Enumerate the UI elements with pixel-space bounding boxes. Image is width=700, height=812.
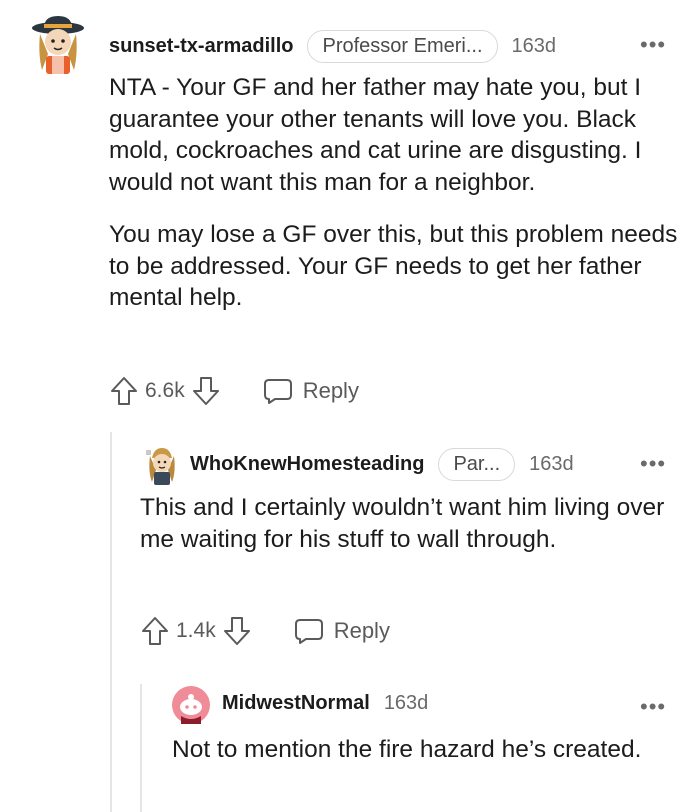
comment-body: Not to mention the fire hazard he’s crea… bbox=[172, 734, 672, 766]
thread-line-level-2[interactable] bbox=[140, 684, 142, 812]
comment-body: This and I certainly wouldn’t want him l… bbox=[140, 492, 680, 555]
downvote-icon[interactable] bbox=[191, 375, 221, 407]
vote-count: 6.6k bbox=[145, 379, 185, 402]
comment-paragraph: This and I certainly wouldn’t want him l… bbox=[140, 494, 665, 553]
comment-age: 163d bbox=[529, 453, 574, 475]
avatar[interactable] bbox=[172, 686, 210, 724]
comment-paragraph: You may lose a GF over this, but this pr… bbox=[109, 221, 678, 311]
more-options-button[interactable]: ••• bbox=[640, 34, 666, 56]
upvote-icon[interactable] bbox=[109, 375, 139, 407]
user-avatar-icon bbox=[172, 686, 210, 724]
vote-count: 1.4k bbox=[176, 619, 216, 642]
comment-age: 163d bbox=[511, 35, 557, 57]
upvote-icon[interactable] bbox=[140, 615, 170, 647]
comment-age: 163d bbox=[383, 692, 429, 714]
reply-label: Reply bbox=[302, 378, 359, 403]
comment-paragraph: Not to mention the fire hazard he’s crea… bbox=[172, 736, 642, 763]
more-options-button[interactable]: ••• bbox=[640, 696, 666, 718]
username[interactable]: MidwestNormal bbox=[222, 692, 370, 715]
username[interactable]: sunset-tx-armadillo bbox=[109, 35, 293, 58]
user-avatar-icon bbox=[32, 16, 84, 74]
comment-paragraph: NTA - Your GF and her father may hate yo… bbox=[109, 74, 642, 196]
downvote-icon[interactable] bbox=[222, 615, 252, 647]
reply-icon bbox=[294, 619, 323, 644]
more-options-button[interactable]: ••• bbox=[640, 453, 666, 475]
thread-line-level-1[interactable] bbox=[110, 432, 112, 812]
user-flair: Professor Emeri... bbox=[307, 30, 498, 63]
reply-button[interactable]: Reply bbox=[294, 617, 390, 645]
reply-label: Reply bbox=[333, 618, 390, 643]
reply-button[interactable]: Reply bbox=[263, 377, 359, 405]
comment-body: NTA - Your GF and her father may hate yo… bbox=[109, 72, 679, 314]
user-avatar-icon bbox=[146, 448, 175, 485]
avatar[interactable] bbox=[30, 14, 86, 76]
reply-icon bbox=[263, 379, 292, 404]
avatar[interactable] bbox=[144, 446, 180, 486]
username[interactable]: WhoKnewHomesteading bbox=[190, 453, 424, 476]
user-flair: Par... bbox=[438, 448, 516, 481]
